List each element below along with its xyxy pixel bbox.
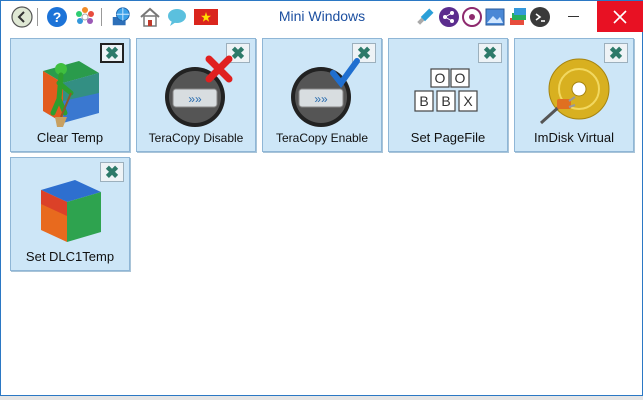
svg-text:?: ? [53,9,62,25]
tile-label: Clear Temp [36,130,104,145]
layers-icon[interactable] [507,6,529,28]
tile-teracopy-enable[interactable]: ✖ »» TeraCopy Enable [262,38,382,152]
home-icon[interactable] [139,6,161,28]
chat-bubble-icon[interactable] [166,6,188,28]
network-globe-icon[interactable] [110,6,132,28]
tile-label: TeraCopy Enable [275,131,369,145]
tile-label: Set PageFile [410,130,486,145]
settings-flower-icon[interactable] [74,6,96,28]
tile-teracopy-disable[interactable]: ✖ »» TeraCopy Disable [136,38,256,152]
cleaner-cube-icon [43,61,99,127]
svg-text:B: B [419,93,428,109]
tile-set-pagefile[interactable]: ✖ OO BBX Set PageFile [388,38,508,152]
terminal-icon[interactable] [529,6,551,28]
color-cube-icon [41,180,101,242]
tile-set-dlc1temp[interactable]: ✖ Set DLC1Temp [10,157,130,271]
svg-text:X: X [463,93,473,109]
toolbar-separator [101,8,102,26]
tile-imdisk-virtual[interactable]: ✖ ImDisk Virtual [514,38,634,152]
svg-text:O: O [455,70,466,86]
taskbar-edge [0,396,643,400]
toolbar-separator [37,8,38,26]
vietnam-flag-icon[interactable] [194,6,218,28]
disc-icon[interactable] [461,6,483,28]
teracopy-disable-icon: »» [165,55,233,127]
share-icon[interactable] [438,6,460,28]
virtual-disk-icon [539,58,610,125]
tile-label: ImDisk Virtual [534,130,614,145]
tile-label: Set DLC1Temp [25,249,115,264]
title-bar: ? Mini Windows [1,1,643,33]
svg-text:»»: »» [188,92,202,106]
blocks-icon: OO BBX [414,68,478,112]
svg-text:B: B [441,93,450,109]
tile-clear-temp[interactable]: ✖ Clear Temp [10,38,130,152]
tile-label: TeraCopy Disable [148,131,244,145]
close-window-button[interactable] [597,1,643,32]
mini-windows-app: ? Mini Windows ✖ Clear Temp ✖ »» TeraCop… [0,0,643,396]
svg-text:O: O [435,70,446,86]
minimize-icon [568,16,579,17]
help-icon[interactable]: ? [46,6,68,28]
back-icon[interactable] [11,6,33,28]
svg-text:»»: »» [314,92,328,106]
image-icon[interactable] [484,6,506,28]
window-title: Mini Windows [278,8,366,24]
minimize-button[interactable] [551,1,596,32]
usb-icon[interactable] [414,6,436,28]
teracopy-enable-icon: »» [291,58,360,127]
close-icon [613,9,627,24]
